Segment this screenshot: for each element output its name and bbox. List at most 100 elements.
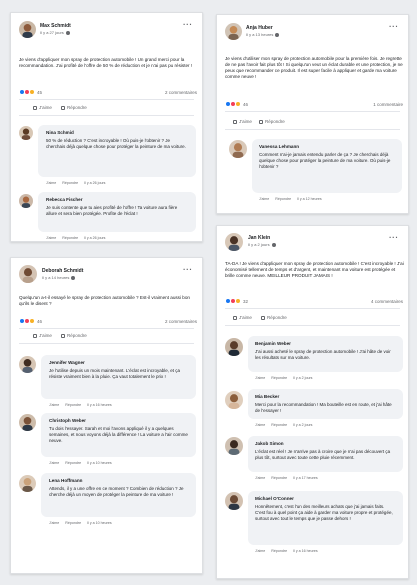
comment-time: Il y a 17 heures <box>293 476 318 480</box>
reactions[interactable]: 46 <box>225 101 265 108</box>
comment-avatar[interactable] <box>19 194 33 208</box>
comment-like-button[interactable]: J'aime <box>46 181 56 185</box>
comment-icon <box>261 315 265 320</box>
comment-author[interactable]: Jennifer Wagner <box>49 360 85 365</box>
comment-count[interactable]: 1 commentaire <box>327 102 403 107</box>
divider <box>225 325 400 326</box>
comment-author[interactable]: Rebecca Fischer <box>46 197 83 202</box>
post-author[interactable]: Max Schmidt <box>40 23 71 29</box>
divider <box>19 115 194 116</box>
comment-text: Je suis contente que tu aies profité de … <box>46 205 178 216</box>
comment-reply-button[interactable]: Répondre <box>271 549 287 553</box>
comment-like-button[interactable]: J'aime <box>49 461 59 465</box>
comment-avatar[interactable] <box>19 356 36 373</box>
reply-button[interactable]: Répondre <box>61 333 87 338</box>
comment-text: Attends, il y a une offre en ce moment ?… <box>49 486 184 497</box>
avatar[interactable] <box>225 23 242 40</box>
wow-icon <box>29 318 35 324</box>
comment-like-button[interactable]: J'aime <box>255 476 265 480</box>
comment-icon <box>61 105 65 110</box>
comment-icon <box>259 119 263 124</box>
comment-like-button[interactable]: J'aime <box>255 423 265 427</box>
comment-avatar[interactable] <box>19 414 36 431</box>
reaction-count: 45 <box>37 90 43 95</box>
comment-author[interactable]: Lena Hoffmann <box>49 478 82 483</box>
like-button[interactable]: J'aime <box>33 333 52 338</box>
comment-time: Il y a 26 jours <box>84 181 106 185</box>
reply-button[interactable]: Répondre <box>61 105 87 110</box>
post-card-4: Jan Klein Il y a 2 jours ··· TA-DA ! Je … <box>216 225 409 579</box>
divider <box>225 111 400 112</box>
like-button[interactable]: J'aime <box>233 119 252 124</box>
post-card-3: Deborah Schmidt Il y a 14 heures ··· Que… <box>10 257 203 574</box>
comment-reply-button[interactable]: Répondre <box>62 181 78 185</box>
avatar[interactable] <box>19 21 36 38</box>
comment-author[interactable]: Nina Schmid <box>46 130 74 135</box>
comment-like-button[interactable]: J'aime <box>46 236 56 240</box>
comment-like-button[interactable]: J'aime <box>49 403 59 407</box>
comment-actions: J'aime Répondre Il y a 10 heures <box>49 461 118 465</box>
comment-avatar[interactable] <box>229 140 247 158</box>
comment-reply-button[interactable]: Répondre <box>65 461 81 465</box>
globe-icon <box>65 30 70 35</box>
comment-like-button[interactable]: J'aime <box>259 197 269 201</box>
like-button[interactable]: J'aime <box>33 105 52 110</box>
comment-reply-button[interactable]: Répondre <box>271 376 287 380</box>
comment-reply-button[interactable]: Répondre <box>271 423 287 427</box>
reaction-count: 32 <box>243 299 249 304</box>
divider <box>225 308 400 309</box>
comment-text: Merci pour la recommandation ! Ma boutei… <box>255 402 392 413</box>
comment-avatar[interactable] <box>19 126 33 140</box>
comment-count[interactable]: 4 commentaires <box>327 299 403 304</box>
comment-avatar[interactable] <box>225 338 243 356</box>
reaction-count: 46 <box>243 102 249 107</box>
comment-like-button[interactable]: J'aime <box>255 549 265 553</box>
comment-count[interactable]: 2 commentaires <box>121 319 197 324</box>
post-text: TA-DA ! Je viens d'appliquer mon spray d… <box>225 261 404 278</box>
more-options-icon[interactable]: ··· <box>183 21 193 29</box>
post-author[interactable]: Anja Huber <box>246 25 273 31</box>
comment-time: Il y a 10 heures <box>87 461 112 465</box>
comment-reply-button[interactable]: Répondre <box>65 521 81 525</box>
like-button[interactable]: J'aime <box>233 315 252 320</box>
comment-reply-button[interactable]: Répondre <box>65 403 81 407</box>
comment-reply-button[interactable]: Répondre <box>271 476 287 480</box>
comment-text: L'éclat est réel ! Je n'arrive pas à cro… <box>255 449 391 460</box>
reactions[interactable]: 45 <box>19 89 59 96</box>
comment-author[interactable]: Mia Becker <box>255 394 279 399</box>
comment-author[interactable]: Christoph Weber <box>49 418 86 423</box>
comment-count[interactable]: 2 commentaires <box>121 90 197 95</box>
comment-author[interactable]: Benjamin Weber <box>255 341 291 346</box>
more-options-icon[interactable]: ··· <box>389 234 399 242</box>
comment-actions: J'aime Répondre Il y a 16 heures <box>49 403 118 407</box>
comment-author[interactable]: Michael O'Conner <box>255 496 294 501</box>
more-options-icon[interactable]: ··· <box>389 23 399 31</box>
wow-icon <box>29 89 35 95</box>
divider <box>19 99 194 100</box>
comment-time: Il y a 12 heures <box>297 197 322 201</box>
post-author[interactable]: Jan Klein <box>248 235 270 241</box>
reactions[interactable]: 46 <box>19 318 59 325</box>
comment-like-button[interactable]: J'aime <box>255 376 265 380</box>
comment-author[interactable]: Jakob Simon <box>255 441 284 446</box>
comment-reply-button[interactable]: Répondre <box>62 236 78 240</box>
comment-avatar[interactable] <box>225 492 243 510</box>
comment-avatar[interactable] <box>19 475 36 492</box>
reply-button[interactable]: Répondre <box>259 119 285 124</box>
comment-like-button[interactable]: J'aime <box>49 521 59 525</box>
comment-text: J'ai aussi acheté le spray de protection… <box>255 349 391 360</box>
comment-actions: J'aime Répondre Il y a 10 heures <box>49 521 118 525</box>
more-options-icon[interactable]: ··· <box>183 266 193 274</box>
comment-time: Il y a 2 jours <box>293 376 313 380</box>
avatar[interactable] <box>225 233 243 251</box>
comment-avatar[interactable] <box>225 437 243 455</box>
reply-button[interactable]: Répondre <box>261 315 287 320</box>
comment-avatar[interactable] <box>225 391 243 409</box>
avatar[interactable] <box>19 265 37 283</box>
comment-author[interactable]: Vanessa Lehmann <box>259 144 299 149</box>
thumb-icon <box>233 119 237 124</box>
comment-reply-button[interactable]: Répondre <box>275 197 291 201</box>
post-author[interactable]: Deborah Schmidt <box>42 268 83 274</box>
reactions[interactable]: 32 <box>225 298 265 305</box>
comment-text: Comment n'ai-je jamais entendu parler de… <box>259 152 391 169</box>
